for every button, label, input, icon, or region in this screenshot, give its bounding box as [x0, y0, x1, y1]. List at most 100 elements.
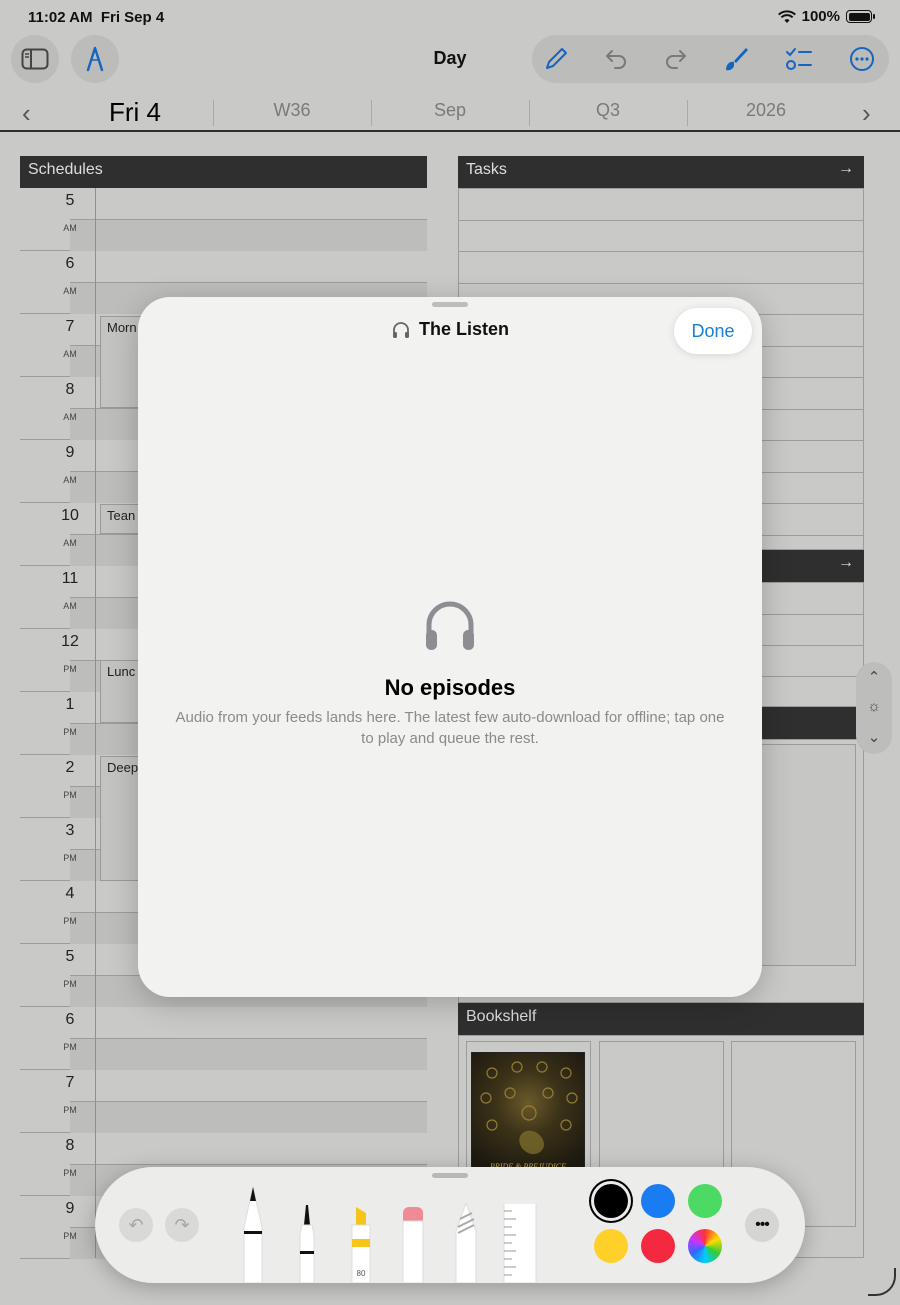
hour-period: PM [63, 916, 77, 926]
half-hour-slot[interactable] [70, 1038, 427, 1070]
hour-number: 2 [65, 759, 75, 776]
hour-period: PM [63, 664, 77, 674]
color-swatch-black[interactable] [594, 1184, 628, 1218]
half-hour-slot[interactable] [70, 1101, 427, 1133]
schedules-header: Schedules [20, 156, 427, 188]
sheet-title: The Listen [418, 319, 509, 339]
previous-day-button[interactable]: ‹ [22, 98, 31, 129]
the-listen-sheet: The Listen Done No episodes Audio from y… [138, 297, 762, 997]
chevron-up-icon[interactable]: ⌃ [856, 668, 892, 686]
hour-number: 11 [61, 570, 79, 587]
sheet-grabber[interactable] [432, 302, 468, 307]
schedule-hour-row[interactable]: 6 PM [20, 1007, 427, 1070]
hour-period: AM [63, 286, 77, 296]
hour-period: PM [63, 853, 77, 863]
date-navigation: ‹ Fri 4 W36 Sep Q3 2026 › [0, 92, 900, 132]
bookshelf-header: Bookshelf [458, 1003, 864, 1035]
hour-period: PM [63, 1231, 77, 1241]
divider [687, 100, 688, 126]
fineliner-tool-icon[interactable] [294, 1205, 320, 1283]
hour-number: 6 [65, 1011, 75, 1028]
hour-period: PM [63, 1168, 77, 1178]
peacock-pattern-icon [480, 1061, 578, 1155]
time-column-divider [95, 188, 96, 1258]
hour-number: 8 [65, 381, 75, 398]
schedule-hour-row[interactable]: 5 AM [20, 188, 427, 251]
task-row-line [458, 219, 864, 221]
hour-period: PM [63, 1042, 77, 1052]
sun-icon[interactable]: ☼ [856, 698, 892, 715]
hour-number: 8 [65, 1137, 75, 1154]
next-day-button[interactable]: › [862, 98, 871, 129]
lasso-tool-icon[interactable] [452, 1203, 480, 1283]
hour-number: 12 [61, 633, 79, 650]
schedule-hour-row[interactable]: 7 PM [20, 1070, 427, 1133]
hour-number: 4 [65, 885, 75, 902]
undo-icon: ↶ [128, 1214, 144, 1235]
arrow-right-icon[interactable]: → [838, 554, 854, 572]
checklist-button[interactable] [785, 45, 813, 73]
hour-number: 10 [61, 507, 79, 524]
quarter-tab[interactable]: Q3 [548, 100, 668, 121]
toolbar-actions [532, 35, 889, 83]
status-right: 100% [777, 8, 875, 25]
ellipsis-icon: ••• [755, 1216, 770, 1233]
hour-period: AM [63, 538, 77, 548]
task-row-line [458, 251, 864, 252]
tasks-header: Tasks → [458, 156, 864, 188]
book-cover[interactable]: PRIDE & PREJUDICE [471, 1052, 585, 1178]
brush-button[interactable] [722, 45, 750, 73]
year-tab[interactable]: 2026 [706, 100, 826, 121]
pencil-button[interactable] [542, 45, 570, 73]
color-picker-button[interactable] [688, 1229, 722, 1263]
color-swatch-red[interactable] [641, 1229, 675, 1263]
undo-icon [606, 50, 626, 69]
week-tab[interactable]: W36 [232, 100, 352, 121]
arrow-right-icon[interactable]: → [838, 160, 854, 178]
headphones-icon [392, 321, 409, 338]
redo-button[interactable] [662, 45, 690, 73]
chevron-down-icon[interactable]: ⌄ [856, 728, 892, 746]
hour-period: AM [63, 223, 77, 233]
redo-icon [666, 50, 686, 69]
marker-width-label: 80 [356, 1269, 366, 1278]
empty-state-title: No episodes [384, 675, 516, 700]
hour-period: AM [63, 349, 77, 359]
tool-palette: ↶ ↷ 80 ••• [95, 1167, 805, 1283]
pen-tool-icon[interactable] [240, 1187, 266, 1283]
empty-state-message: Audio from your feeds lands here. The la… [175, 709, 725, 747]
month-tab[interactable]: Sep [390, 100, 510, 121]
color-swatch-yellow[interactable] [594, 1229, 628, 1263]
sheet-header: The Listen [138, 319, 762, 340]
pencil-icon [546, 48, 567, 69]
done-button[interactable]: Done [674, 308, 752, 354]
hour-number: 7 [65, 1074, 75, 1091]
palette-redo-button[interactable]: ↷ [165, 1208, 199, 1242]
undo-button[interactable] [602, 45, 630, 73]
color-swatch-blue[interactable] [641, 1184, 675, 1218]
hour-number: 1 [65, 696, 75, 713]
hour-period: PM [63, 1105, 77, 1115]
day-label[interactable]: Fri 4 [95, 97, 175, 128]
half-hour-slot[interactable] [70, 219, 427, 251]
color-swatch-green[interactable] [688, 1184, 722, 1218]
headphones-icon [426, 601, 474, 650]
palette-grabber[interactable] [432, 1173, 468, 1178]
more-icon [850, 47, 874, 71]
eraser-tool-icon[interactable] [400, 1207, 426, 1283]
hour-number: 9 [65, 444, 75, 461]
battery-icon [846, 10, 875, 23]
hour-number: 9 [65, 1200, 75, 1217]
hour-period: PM [63, 727, 77, 737]
ruler-tool-icon[interactable] [500, 1203, 540, 1283]
palette-undo-button[interactable]: ↶ [119, 1208, 153, 1242]
task-row-line [458, 282, 864, 284]
battery-percent: 100% [801, 8, 840, 25]
divider [529, 100, 530, 126]
palette-more-button[interactable]: ••• [745, 1208, 779, 1242]
hour-number: 6 [65, 255, 75, 272]
status-bar: 11:02 AM Fri Sep 4 100% [0, 0, 900, 34]
brightness-control: ⌃ ☼ ⌄ [856, 662, 892, 754]
hour-number: 5 [65, 192, 75, 209]
more-button[interactable] [848, 45, 876, 73]
